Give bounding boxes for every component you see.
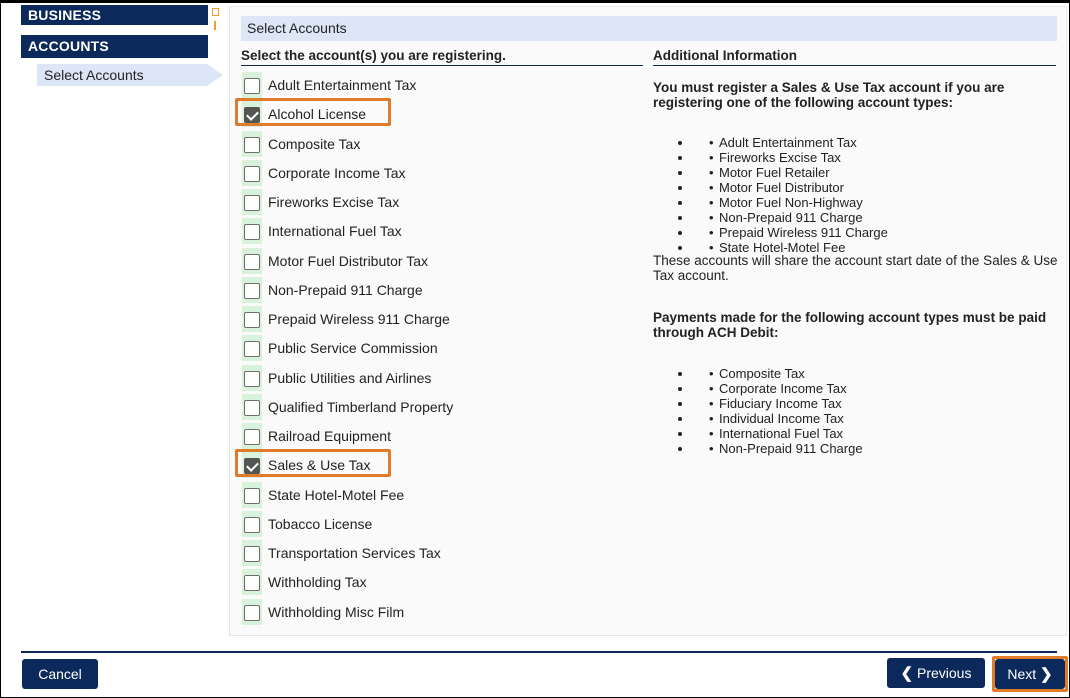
cancel-button[interactable]: Cancel [22, 659, 98, 689]
previous-button[interactable]: ❮ Previous [887, 658, 985, 688]
cancel-button-label: Cancel [38, 666, 82, 682]
account-label[interactable]: Transportation Services Tax [268, 545, 441, 561]
chevron-left-icon: ❮ [900, 665, 914, 682]
selection-highlight [235, 449, 391, 477]
checkbox[interactable] [244, 224, 260, 240]
sales-use-requirement-heading: You must register a Sales & Use Tax acco… [653, 80, 1005, 110]
selection-highlight [235, 98, 391, 126]
sales-use-account-list: Adult Entertainment TaxFireworks Excise … [653, 135, 1070, 255]
account-label[interactable]: Withholding Tax [268, 574, 367, 590]
info-list-item: Prepaid Wireless 911 Charge [693, 225, 1070, 240]
checkbox[interactable] [244, 341, 260, 357]
info-list-item: Motor Fuel Non-Highway [693, 195, 1070, 210]
expand-icon[interactable] [212, 8, 219, 16]
next-button-label: Next [1007, 666, 1037, 682]
ach-debit-heading: Payments made for the following account … [653, 310, 1047, 340]
next-button[interactable]: Next ❯ [995, 659, 1065, 689]
checkbox[interactable] [244, 137, 260, 153]
account-label[interactable]: Adult Entertainment Tax [268, 77, 416, 93]
account-label[interactable]: Public Service Commission [268, 340, 438, 356]
checkbox[interactable] [244, 488, 260, 504]
nav-accounts[interactable]: ACCOUNTS [21, 35, 208, 58]
checkbox[interactable] [244, 400, 260, 416]
account-label[interactable]: Tobacco License [268, 516, 372, 532]
account-label[interactable]: Motor Fuel Distributor Tax [268, 253, 428, 269]
account-label[interactable]: Corporate Income Tax [268, 165, 405, 181]
ach-debit-account-list: Composite TaxCorporate Income TaxFiducia… [653, 366, 1070, 456]
chevron-right-icon: ❯ [1040, 666, 1053, 683]
checkbox[interactable] [244, 546, 260, 562]
account-label[interactable]: Fireworks Excise Tax [268, 194, 399, 210]
account-label[interactable]: Qualified Timberland Property [268, 399, 453, 415]
nav-active-arrow [207, 64, 223, 86]
account-label[interactable]: International Fuel Tax [268, 223, 402, 239]
checkbox[interactable] [244, 166, 260, 182]
account-label[interactable]: Public Utilities and Airlines [268, 370, 431, 386]
checkbox[interactable] [244, 312, 260, 328]
nav-scroll-indicator [214, 21, 216, 30]
info-list-item: Composite Tax [693, 366, 1070, 381]
info-list-item: Fireworks Excise Tax [693, 150, 1070, 165]
accounts-column-heading: Select the account(s) you are registerin… [241, 48, 643, 66]
checkbox[interactable] [244, 283, 260, 299]
footer-divider [21, 651, 1057, 653]
account-label[interactable]: Prepaid Wireless 911 Charge [268, 311, 450, 327]
account-label[interactable]: Withholding Misc Film [268, 604, 404, 620]
nav-business[interactable]: BUSINESS [21, 5, 208, 25]
account-label[interactable]: State Hotel-Motel Fee [268, 487, 404, 503]
info-list-item: Non-Prepaid 911 Charge [693, 210, 1070, 225]
checkbox[interactable] [244, 254, 260, 270]
info-list-item: Fiduciary Income Tax [693, 396, 1070, 411]
nav-item-select-accounts[interactable]: Select Accounts [37, 64, 207, 86]
account-label[interactable]: Non-Prepaid 911 Charge [268, 282, 423, 298]
panel-title: Select Accounts [241, 16, 1057, 41]
checkbox[interactable] [244, 517, 260, 533]
info-column-heading: Additional Information [653, 48, 1056, 66]
checkbox[interactable] [244, 429, 260, 445]
info-list-item: Non-Prepaid 911 Charge [693, 441, 1070, 456]
previous-button-label: Previous [917, 665, 972, 681]
info-list-item: Individual Income Tax [693, 411, 1070, 426]
checkbox[interactable] [244, 371, 260, 387]
checkbox[interactable] [244, 78, 260, 94]
account-label[interactable]: Railroad Equipment [268, 428, 391, 444]
account-label[interactable]: Composite Tax [268, 136, 360, 152]
checkbox[interactable] [244, 575, 260, 591]
info-list-item: International Fuel Tax [693, 426, 1070, 441]
info-list-item: Adult Entertainment Tax [693, 135, 1070, 150]
info-list-item: Corporate Income Tax [693, 381, 1070, 396]
checkbox[interactable] [244, 195, 260, 211]
info-list-item: Motor Fuel Distributor [693, 180, 1070, 195]
info-list-item: Motor Fuel Retailer [693, 165, 1070, 180]
share-start-date-note: These accounts will share the account st… [653, 253, 1058, 283]
checkbox[interactable] [244, 605, 260, 621]
